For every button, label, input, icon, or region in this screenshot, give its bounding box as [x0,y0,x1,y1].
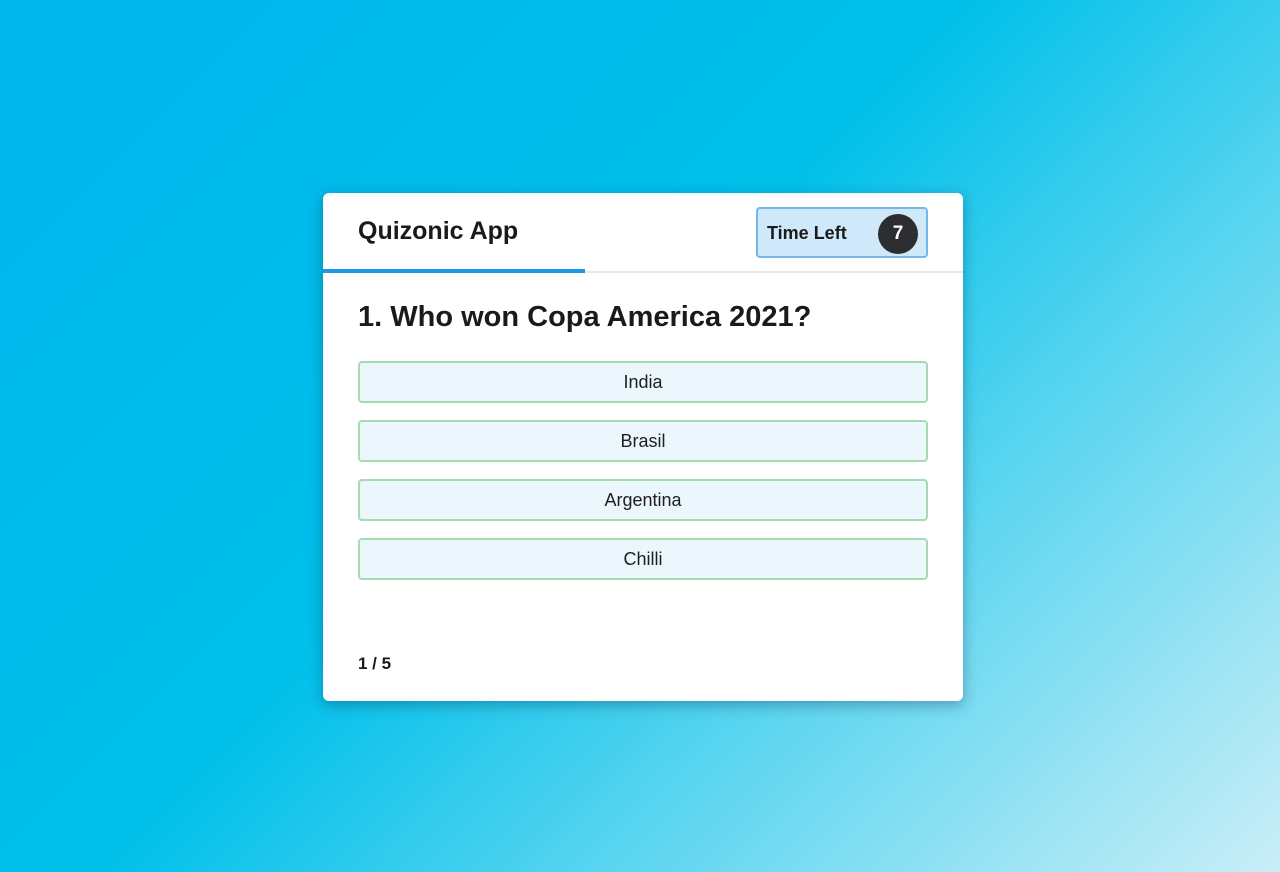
answer-option[interactable]: India [358,361,928,403]
quiz-progress-bar [323,269,586,273]
answer-option[interactable]: Brasil [358,420,928,462]
question-counter: 1 / 5 [358,654,392,673]
timer-count-badge: 7 [878,214,918,254]
answer-options: India Brasil Argentina Chilli [358,361,928,597]
app-title: Quizonic App [358,217,519,245]
timer-box: Time Left 7 [756,207,928,258]
quiz-card: Quizonic App Time Left 7 1. Who won Copa… [323,193,963,701]
timer-label: Time Left [767,223,847,243]
answer-option[interactable]: Argentina [358,479,928,521]
answer-option[interactable]: Chilli [358,538,928,580]
question-text: 1. Who won Copa America 2021? [358,301,812,333]
card-header: Quizonic App Time Left 7 [323,193,963,273]
